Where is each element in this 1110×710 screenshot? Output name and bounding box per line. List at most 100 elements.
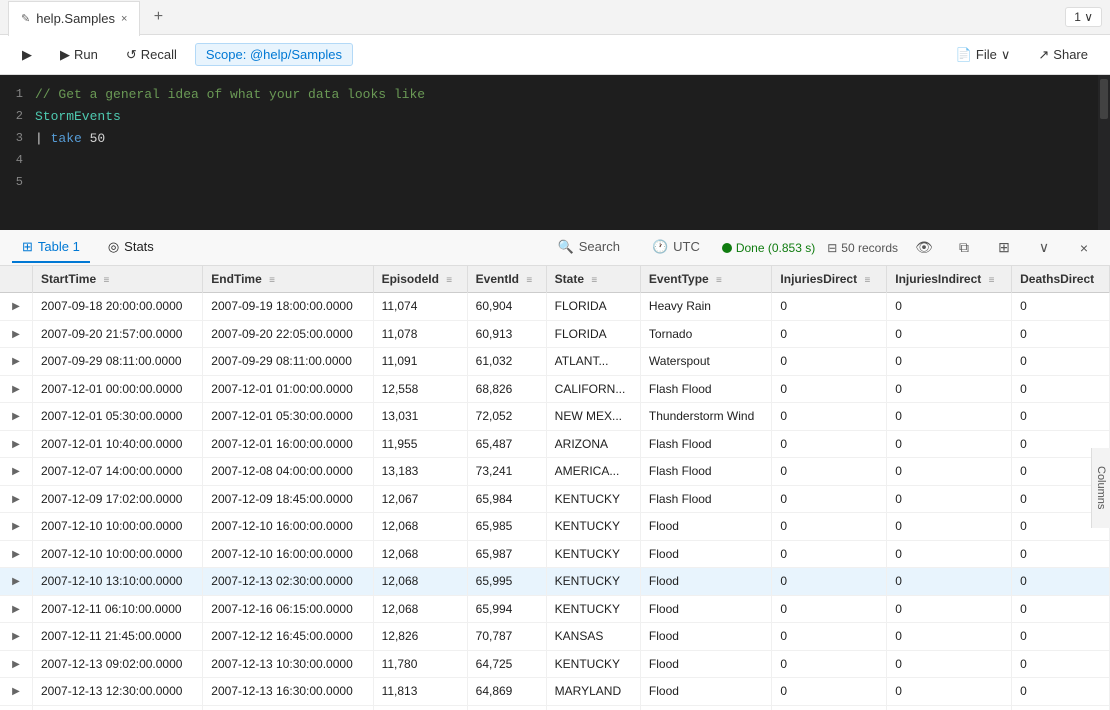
- sort-icon-injuriesdirect[interactable]: ≡: [864, 275, 870, 286]
- table-row[interactable]: ▶2007-12-10 10:00:00.00002007-12-10 16:0…: [0, 513, 1110, 541]
- table-cell: 0: [887, 678, 1012, 706]
- table-cell: 2007-09-20 21:57:00.0000: [33, 320, 203, 348]
- table-cell: Flash Flood: [640, 375, 772, 403]
- file-button[interactable]: 📄 File ∨: [946, 43, 1021, 67]
- table-cell: 0: [772, 595, 887, 623]
- run-button[interactable]: ▶ Run: [50, 43, 108, 67]
- col-eventtype-header[interactable]: EventType ≡: [640, 266, 772, 293]
- table-row[interactable]: ▶2007-09-29 08:11:00.00002007-09-29 08:1…: [0, 348, 1110, 376]
- sort-icon-endtime[interactable]: ≡: [269, 275, 275, 286]
- copy-button[interactable]: ⧉: [950, 234, 978, 262]
- table-cell: 2007-09-29 08:11:00.0000: [33, 348, 203, 376]
- utc-button[interactable]: 🕐 UTC: [642, 233, 710, 263]
- col-eventid-header[interactable]: EventId ≡: [467, 266, 546, 293]
- scope-badge[interactable]: Scope: @help/Samples: [195, 43, 353, 66]
- table-row[interactable]: ▶2007-09-20 21:57:00.00002007-09-20 22:0…: [0, 320, 1110, 348]
- expand-row-button[interactable]: ▶: [8, 519, 24, 535]
- add-tab-button[interactable]: +: [144, 3, 172, 31]
- table-row[interactable]: ▶2007-12-01 05:30:00.00002007-12-01 05:3…: [0, 403, 1110, 431]
- col-injuriesindirect-header[interactable]: InjuriesIndirect ≡: [887, 266, 1012, 293]
- more-button[interactable]: ∨: [1030, 234, 1058, 262]
- expand-row-button[interactable]: ▶: [8, 436, 24, 452]
- col-deathsdirect-header[interactable]: DeathsDirect: [1012, 266, 1110, 293]
- expand-row-button[interactable]: ▶: [8, 656, 24, 672]
- table-cell: 13,183: [373, 458, 467, 486]
- edit-icon[interactable]: ✎: [21, 12, 30, 25]
- table-row[interactable]: ▶2007-12-09 17:02:00.00002007-12-09 18:4…: [0, 485, 1110, 513]
- table-row[interactable]: ▶2007-12-11 06:10:00.00002007-12-16 06:1…: [0, 595, 1110, 623]
- line-number-4: 4: [0, 153, 35, 167]
- records-count: ⊟ 50 records: [827, 241, 898, 255]
- tab-table[interactable]: ⊞ Table 1: [12, 233, 90, 263]
- col-starttime-header[interactable]: StartTime ≡: [33, 266, 203, 293]
- table-row[interactable]: ▶2007-12-13 09:02:00.00002007-12-13 10:3…: [0, 650, 1110, 678]
- table-cell: Flash Flood: [640, 430, 772, 458]
- expand-row-button[interactable]: ▶: [8, 546, 24, 562]
- sort-icon-injuriesindirect[interactable]: ≡: [989, 275, 995, 286]
- sort-icon-state[interactable]: ≡: [591, 275, 597, 286]
- table-cell: 12,068: [373, 595, 467, 623]
- col-injuriesdirect-header[interactable]: InjuriesDirect ≡: [772, 266, 887, 293]
- table-cell: 2007-12-13 10:30:00.0000: [203, 650, 373, 678]
- expand-row-button[interactable]: ▶: [8, 574, 24, 590]
- expand-row-button[interactable]: ▶: [8, 629, 24, 645]
- table-row[interactable]: ▶2007-12-07 14:00:00.00002007-12-08 04:0…: [0, 458, 1110, 486]
- expand-button[interactable]: ▶: [12, 43, 42, 67]
- table-row[interactable]: ▶2007-12-10 13:10:00.00002007-12-13 02:3…: [0, 568, 1110, 596]
- share-button[interactable]: ↗ Share: [1028, 43, 1098, 67]
- expand-row-button[interactable]: ▶: [8, 381, 24, 397]
- expand-row-button[interactable]: ▶: [8, 684, 24, 700]
- sort-icon-eventtype[interactable]: ≡: [716, 275, 722, 286]
- table-row[interactable]: ▶2007-12-14 12:30:00.00002007-12-14 16:0…: [0, 705, 1110, 710]
- close-tab-icon[interactable]: ×: [121, 13, 127, 25]
- close-results-button[interactable]: ×: [1070, 234, 1098, 262]
- table-row[interactable]: ▶2007-12-01 10:40:00.00002007-12-01 16:0…: [0, 430, 1110, 458]
- expand-row-button[interactable]: ▶: [8, 491, 24, 507]
- table-cell: 12,826: [373, 623, 467, 651]
- recall-button[interactable]: ↺ Recall: [116, 43, 187, 67]
- col-endtime-header[interactable]: EndTime ≡: [203, 266, 373, 293]
- table-row[interactable]: ▶2007-12-01 00:00:00.00002007-12-01 01:0…: [0, 375, 1110, 403]
- tab-counter[interactable]: 1 ∨: [1065, 7, 1102, 27]
- table-cell: 0: [887, 705, 1012, 710]
- search-icon: 🔍: [558, 239, 574, 255]
- expand-row-button[interactable]: ▶: [8, 326, 24, 342]
- tab-stats[interactable]: ◎ Stats: [98, 233, 164, 263]
- table-row[interactable]: ▶2007-12-11 21:45:00.00002007-12-12 16:4…: [0, 623, 1110, 651]
- table-cell: 11,074: [373, 293, 467, 321]
- table-cell: 2007-12-13 02:30:00.0000: [203, 568, 373, 596]
- run-label: Run: [74, 47, 98, 62]
- recall-label: Recall: [141, 47, 177, 62]
- sort-icon-starttime[interactable]: ≡: [103, 275, 109, 286]
- sort-icon-episodeid[interactable]: ≡: [446, 275, 452, 286]
- columns-panel-label[interactable]: Columns: [1091, 448, 1110, 528]
- close-icon: ×: [1080, 240, 1088, 256]
- table-cell: 12,068: [373, 513, 467, 541]
- expand-row-button[interactable]: ▶: [8, 409, 24, 425]
- grid-button[interactable]: ⊞: [990, 234, 1018, 262]
- table-cell: 11,780: [373, 650, 467, 678]
- editor-scrollbar[interactable]: [1098, 75, 1110, 230]
- expand-row-button[interactable]: ▶: [8, 601, 24, 617]
- expand-row-button[interactable]: ▶: [8, 464, 24, 480]
- main-tab[interactable]: ✎ help.Samples ×: [8, 1, 140, 36]
- search-button[interactable]: 🔍 Search: [548, 233, 630, 263]
- table-cell: 0: [772, 348, 887, 376]
- col-episodeid-header[interactable]: EpisodeId ≡: [373, 266, 467, 293]
- expand-row-button[interactable]: ▶: [8, 354, 24, 370]
- table-row[interactable]: ▶2007-12-10 10:00:00.00002007-12-10 16:0…: [0, 540, 1110, 568]
- table-cell: 12,068: [373, 540, 467, 568]
- eye-button[interactable]: 👁: [910, 234, 938, 262]
- table-row[interactable]: ▶2007-12-13 12:30:00.00002007-12-13 16:3…: [0, 678, 1110, 706]
- table-cell: 2007-12-01 05:30:00.0000: [203, 403, 373, 431]
- table-cell: 0: [1012, 320, 1110, 348]
- sort-icon-eventid[interactable]: ≡: [526, 275, 532, 286]
- line-number-2: 2: [0, 109, 35, 123]
- col-state-header[interactable]: State ≡: [546, 266, 640, 293]
- data-table-container[interactable]: StartTime ≡ EndTime ≡ EpisodeId ≡ EventI…: [0, 266, 1110, 710]
- code-editor[interactable]: 1 // Get a general idea of what your dat…: [0, 75, 1110, 230]
- table-row[interactable]: ▶2007-09-18 20:00:00.00002007-09-19 18:0…: [0, 293, 1110, 321]
- table-cell: 0: [772, 458, 887, 486]
- table-cell: 0: [887, 513, 1012, 541]
- expand-row-button[interactable]: ▶: [8, 299, 24, 315]
